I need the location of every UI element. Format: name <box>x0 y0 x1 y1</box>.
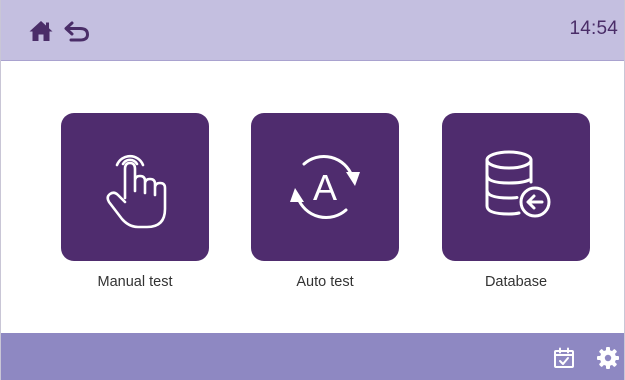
home-icon <box>29 21 53 41</box>
clock: 14:54 <box>569 18 618 39</box>
svg-text:A: A <box>313 167 337 208</box>
auto-test-tile[interactable]: A <box>251 113 399 261</box>
manual-test-label: Manual test <box>97 274 173 290</box>
main-tiles: Manual test A Auto test Database <box>1 113 624 303</box>
database-label: Database <box>484 274 548 290</box>
home-button[interactable] <box>27 18 55 44</box>
settings-button[interactable] <box>595 345 621 371</box>
database-tile[interactable] <box>442 113 590 261</box>
top-bar: 14:54 <box>1 0 624 61</box>
app-screen: 14:54 Manual test A Auto test Database <box>0 0 625 380</box>
auto-cycle-icon: A <box>290 154 360 220</box>
back-button[interactable] <box>63 18 91 44</box>
auto-test-label: Auto test <box>296 274 354 290</box>
database-icon <box>485 150 551 218</box>
calendar-button[interactable] <box>551 345 577 371</box>
manual-test-tile[interactable] <box>61 113 209 261</box>
gear-icon <box>597 347 619 369</box>
back-arrow-icon <box>64 21 90 42</box>
calendar-check-icon <box>554 347 574 368</box>
bottom-bar <box>1 333 624 380</box>
hand-pointer-icon <box>106 154 167 229</box>
